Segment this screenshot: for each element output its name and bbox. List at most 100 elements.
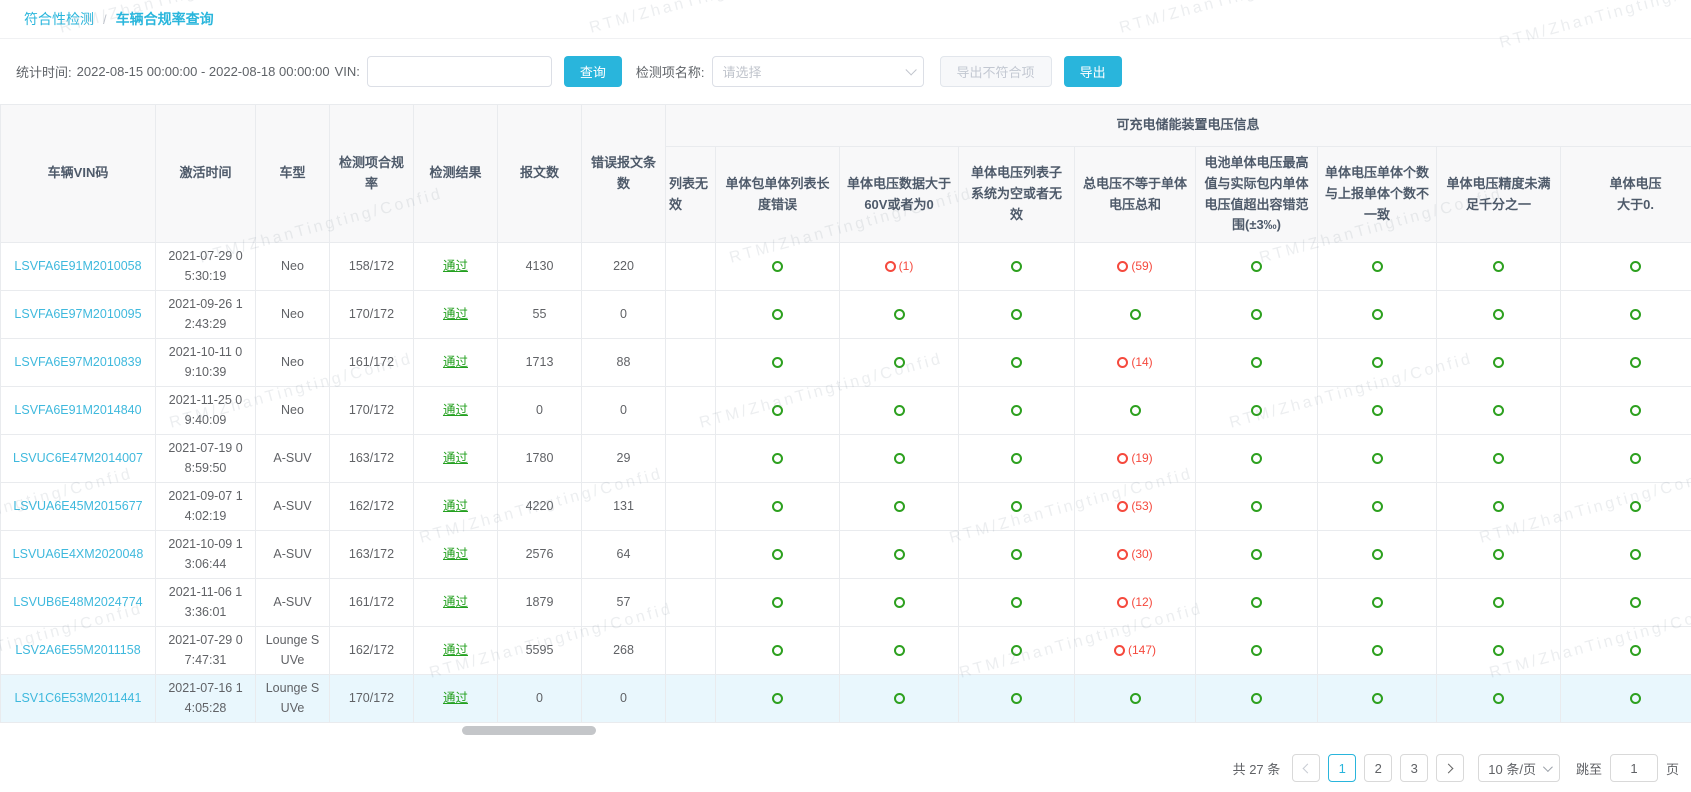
check-cell-5	[1196, 435, 1318, 483]
pagination-next-button[interactable]	[1436, 754, 1464, 782]
pass-circle-icon	[772, 501, 783, 512]
breadcrumb-item-vehicle-compliance-query[interactable]: 车辆合规率查询	[116, 9, 214, 29]
page-size-select[interactable]: 10 条/页	[1478, 754, 1560, 782]
column-header-fixed-2: 车型	[256, 105, 330, 243]
column-header-fixed-6: 错误报文条数	[582, 105, 666, 243]
table-row: LSVUA6E4XM20200482021-10-09 13:06:44A-SU…	[1, 531, 1691, 579]
vin-cell: LSVFA6E91M2014840	[1, 387, 156, 435]
activation-time-cell: 2021-07-29 05:30:19	[156, 243, 256, 291]
check-cell-4: (53)	[1075, 483, 1196, 531]
export-button[interactable]: 导出	[1064, 56, 1122, 87]
check-item-select[interactable]: 请选择	[712, 56, 924, 87]
model-cell: A-SUV	[256, 579, 330, 627]
pass-circle-icon	[1011, 309, 1022, 320]
column-header-voltage-6: 单体电压单体个数与上报单体个数不一致	[1318, 147, 1437, 243]
pass-circle-icon	[1630, 309, 1641, 320]
result-pass-link[interactable]: 通过	[443, 499, 468, 513]
column-header-label: 列表无效	[669, 176, 708, 212]
message-count-cell: 1780	[498, 435, 582, 483]
vin-link[interactable]: LSVFA6E97M2010095	[14, 307, 141, 321]
pass-circle-icon	[1372, 405, 1383, 416]
compliance-table: 车辆VIN码激活时间车型检测项合规率检测结果报文数错误报文条数可充电储能装置电压…	[0, 104, 1691, 723]
vin-link[interactable]: LSVUC6E47M2014007	[13, 451, 143, 465]
vin-input[interactable]	[367, 56, 552, 87]
check-cell-8	[1561, 483, 1691, 531]
activation-time-cell: 2021-09-26 12:43:29	[156, 291, 256, 339]
check-cell-0	[666, 339, 716, 387]
result-pass-link[interactable]: 通过	[443, 691, 468, 705]
pagination-page-2[interactable]: 2	[1364, 754, 1392, 782]
check-cell-7	[1437, 435, 1561, 483]
check-cell-5	[1196, 243, 1318, 291]
vin-cell: LSVFA6E91M2010058	[1, 243, 156, 291]
result-pass-link[interactable]: 通过	[443, 307, 468, 321]
result-cell: 通过	[414, 291, 498, 339]
pass-circle-icon	[1372, 453, 1383, 464]
column-header-label: 单体电压单体个数与上报单体个数不一致	[1325, 165, 1429, 222]
check-item-select-placeholder: 请选择	[723, 62, 762, 81]
pass-circle-icon	[894, 357, 905, 368]
vin-link[interactable]: LSV1C6E53M2011441	[15, 691, 142, 705]
check-cell-3	[959, 675, 1075, 723]
check-cell-7	[1437, 243, 1561, 291]
column-header-voltage-1: 单体包单体列表长度错误	[716, 147, 840, 243]
jump-page-input[interactable]	[1610, 754, 1658, 782]
vin-link[interactable]: LSVUA6E45M2015677	[13, 499, 142, 513]
check-cell-2	[840, 579, 959, 627]
pass-circle-icon	[1493, 261, 1504, 272]
pass-circle-icon	[1630, 501, 1641, 512]
vin-link[interactable]: LSVUB6E48M2024774	[13, 595, 142, 609]
pagination-page-3[interactable]: 3	[1400, 754, 1428, 782]
vin-link[interactable]: LSVFA6E97M2010839	[14, 355, 141, 369]
vin-link[interactable]: LSVFA6E91M2010058	[14, 259, 141, 273]
pass-circle-icon	[1011, 261, 1022, 272]
check-cell-3	[959, 339, 1075, 387]
pass-circle-icon	[894, 549, 905, 560]
pagination-prev-button[interactable]	[1292, 754, 1320, 782]
result-pass-link[interactable]: 通过	[443, 643, 468, 657]
result-pass-link[interactable]: 通过	[443, 355, 468, 369]
pass-circle-icon	[1372, 693, 1383, 704]
message-count-cell: 1713	[498, 339, 582, 387]
error-message-count-cell: 131	[582, 483, 666, 531]
search-button[interactable]: 查询	[564, 56, 622, 87]
check-cell-0	[666, 483, 716, 531]
check-cell-6	[1318, 435, 1437, 483]
check-cell-6	[1318, 483, 1437, 531]
column-header-fixed-4: 检测结果	[414, 105, 498, 243]
pass-circle-icon	[772, 453, 783, 464]
pass-circle-icon	[1372, 501, 1383, 512]
vin-link[interactable]: LSV2A6E55M2011158	[15, 643, 140, 657]
horizontal-scrollbar-thumb[interactable]	[462, 726, 596, 735]
export-noncompliant-button[interactable]: 导出不符合项	[940, 56, 1052, 87]
breadcrumb-item-compliance-check[interactable]: 符合性检测	[24, 9, 94, 29]
check-cell-2	[840, 483, 959, 531]
pass-circle-icon	[1011, 597, 1022, 608]
check-cell-1	[716, 531, 840, 579]
check-cell-3	[959, 627, 1075, 675]
check-cell-2	[840, 291, 959, 339]
vin-link[interactable]: LSVFA6E91M2014840	[14, 403, 141, 417]
model-cell: Lounge SUVe	[256, 627, 330, 675]
vin-link[interactable]: LSVUA6E4XM2020048	[13, 547, 144, 561]
pagination-total: 共 27 条	[1233, 759, 1281, 778]
jump-page-suffix: 页	[1666, 759, 1679, 778]
fail-count: (30)	[1131, 547, 1152, 561]
pass-circle-icon	[1493, 693, 1504, 704]
result-pass-link[interactable]: 通过	[443, 547, 468, 561]
pass-circle-icon	[1130, 309, 1141, 320]
result-pass-link[interactable]: 通过	[443, 259, 468, 273]
pass-circle-icon	[1630, 597, 1641, 608]
check-cell-0	[666, 579, 716, 627]
result-pass-link[interactable]: 通过	[443, 595, 468, 609]
result-pass-link[interactable]: 通过	[443, 403, 468, 417]
stat-time-label: 统计时间:	[16, 62, 72, 81]
check-cell-7	[1437, 531, 1561, 579]
pass-circle-icon	[1493, 645, 1504, 656]
pagination-page-1[interactable]: 1	[1328, 754, 1356, 782]
vin-cell: LSVUA6E45M2015677	[1, 483, 156, 531]
result-pass-link[interactable]: 通过	[443, 451, 468, 465]
check-cell-4: (147)	[1075, 627, 1196, 675]
check-cell-6	[1318, 243, 1437, 291]
result-cell: 通过	[414, 435, 498, 483]
